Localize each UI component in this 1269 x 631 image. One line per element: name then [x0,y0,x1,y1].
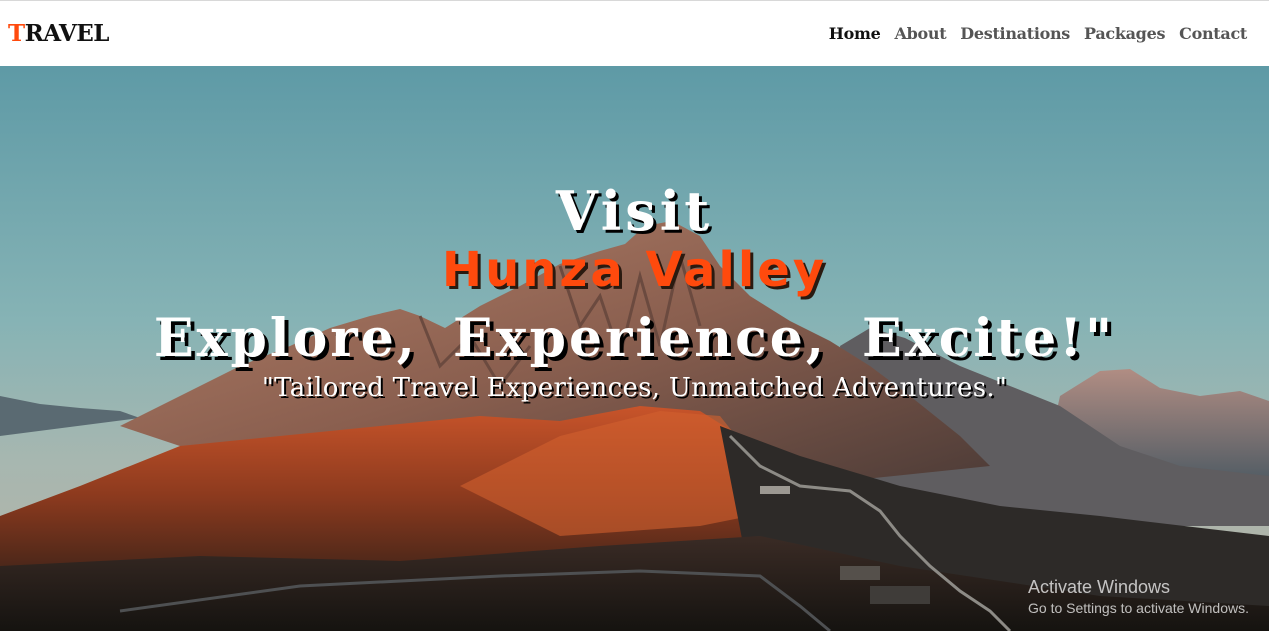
main-nav: Home About Destinations Packages Contact [829,22,1248,46]
nav-packages-link[interactable]: Packages [1084,22,1165,46]
hero-subtitle: "Tailored Travel Experiences, Unmatched … [261,373,1008,403]
site-logo[interactable]: TRAVEL [8,20,109,48]
hero-visit-heading: Visit [555,179,714,243]
nav-home-link[interactable]: Home [829,22,881,46]
nav-about-link[interactable]: About [894,22,946,46]
nav-destinations-link[interactable]: Destinations [960,22,1070,46]
activate-windows-watermark: Activate Windows Go to Settings to activ… [1028,576,1249,618]
nav-contact-link[interactable]: Contact [1179,22,1247,46]
watermark-subtitle: Go to Settings to activate Windows. [1028,600,1249,616]
site-header: TRAVEL Home About Destinations Packages … [0,1,1269,66]
watermark-title: Activate Windows [1028,577,1171,597]
hero-section: Visit Hunza Valley Explore, Experience, … [0,66,1269,631]
hero-destination-name: Hunza Valley [441,242,828,298]
logo-first-letter: T [8,20,25,47]
hero-text-block: Visit Hunza Valley Explore, Experience, … [0,66,1269,631]
logo-rest: RAVEL [24,20,110,47]
hero-tagline: Explore, Experience, Excite!" [153,308,1116,369]
